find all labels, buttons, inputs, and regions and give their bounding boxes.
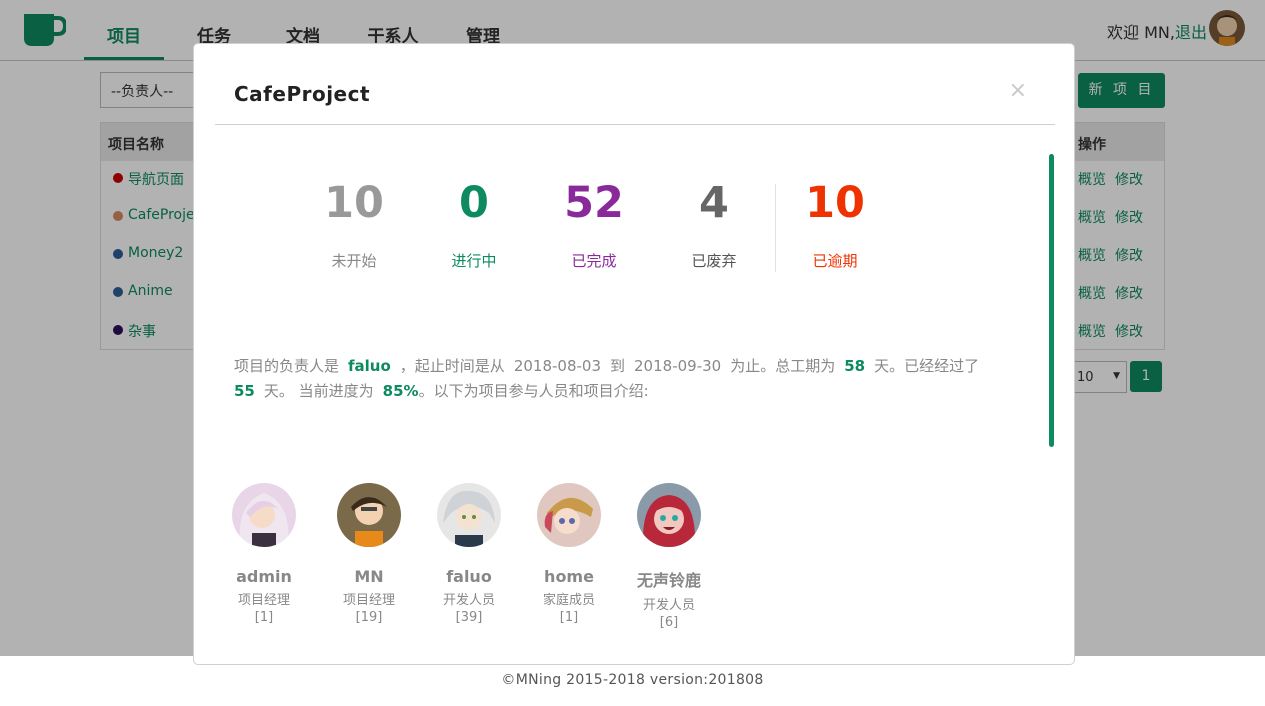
- summary-text: 项目的负责人是: [234, 357, 340, 375]
- member-role: 开发人员: [642, 598, 695, 613]
- stat-label: 未开始: [331, 252, 377, 270]
- member-name: faluo: [446, 567, 492, 586]
- stat-label: 已逾期: [812, 252, 858, 270]
- project-overview-modal: CafeProject × 10 未开始 0 进行中 52 已完成 4 已废弃 …: [193, 43, 1075, 665]
- member-task-count: [19]: [355, 610, 383, 625]
- summary-elapsed-days: 55: [234, 382, 255, 400]
- close-icon[interactable]: ×: [1009, 80, 1027, 102]
- summary-text: 为止。总工期为: [730, 357, 836, 375]
- member-name: 无声铃鹿: [636, 571, 701, 590]
- avatar: [232, 483, 296, 547]
- member-card[interactable]: 无声铃鹿 开发人员 [6]: [629, 483, 709, 630]
- stat-divider: [775, 184, 776, 272]
- summary-text: 到: [610, 357, 626, 375]
- member-name: admin: [236, 567, 292, 586]
- project-summary: 项目的负责人是 faluo ，起止时间是从 2018-08-03 到 2018-09-30…: [234, 354, 1004, 404]
- member-role: 项目经理: [237, 593, 290, 608]
- member-card[interactable]: MN 项目经理 [19]: [329, 483, 409, 625]
- member-name: MN: [354, 567, 384, 586]
- member-name: home: [544, 567, 594, 586]
- summary-progress: 85%: [382, 382, 419, 400]
- summary-text: 天。已经经过了: [874, 357, 980, 375]
- member-role: 项目经理: [342, 593, 395, 608]
- stat-not-started: 10 未开始: [304, 182, 404, 271]
- member-card[interactable]: admin 项目经理 [1]: [224, 483, 304, 625]
- avatar: [637, 483, 701, 547]
- stat-label: 进行中: [451, 252, 497, 270]
- stat-value: 10: [324, 178, 384, 228]
- stat-label: 已废弃: [691, 252, 737, 270]
- avatar: [537, 483, 601, 547]
- member-task-count: [6]: [659, 615, 679, 630]
- summary-text: ，起止时间是从: [399, 357, 505, 375]
- member-task-count: [1]: [559, 610, 579, 625]
- avatar: [437, 483, 501, 547]
- footer-copyright: ©MNing 2015-2018 version:201808: [501, 672, 764, 688]
- summary-text: 。以下为项目参与人员和项目介绍:: [418, 382, 649, 400]
- stat-value: 4: [699, 178, 729, 228]
- stat-label: 已完成: [571, 252, 617, 270]
- summary-start-date: 2018-08-03: [513, 357, 601, 375]
- avatar: [337, 483, 401, 547]
- member-role: 开发人员: [442, 593, 495, 608]
- stat-value: 52: [564, 178, 624, 228]
- stat-abandoned: 4 已废弃: [664, 182, 764, 271]
- member-task-count: [39]: [455, 610, 483, 625]
- stat-value: 10: [805, 178, 865, 228]
- stat-value: 0: [459, 178, 489, 228]
- member-card[interactable]: home 家庭成员 [1]: [529, 483, 609, 625]
- stat-overdue: 10 已逾期: [785, 182, 885, 271]
- modal-scrollbar[interactable]: [1049, 154, 1054, 447]
- summary-end-date: 2018-09-30: [634, 357, 722, 375]
- member-task-count: [1]: [254, 610, 274, 625]
- member-role: 家庭成员: [542, 593, 595, 608]
- divider: [215, 124, 1055, 125]
- modal-title: CafeProject: [234, 82, 371, 106]
- summary-text: 天。 当前进度为: [263, 382, 374, 400]
- summary-total-days: 58: [844, 357, 866, 375]
- stat-in-progress: 0 进行中: [424, 182, 524, 271]
- member-card[interactable]: faluo 开发人员 [39]: [429, 483, 509, 625]
- stat-completed: 52 已完成: [544, 182, 644, 271]
- summary-owner: faluo: [348, 357, 391, 375]
